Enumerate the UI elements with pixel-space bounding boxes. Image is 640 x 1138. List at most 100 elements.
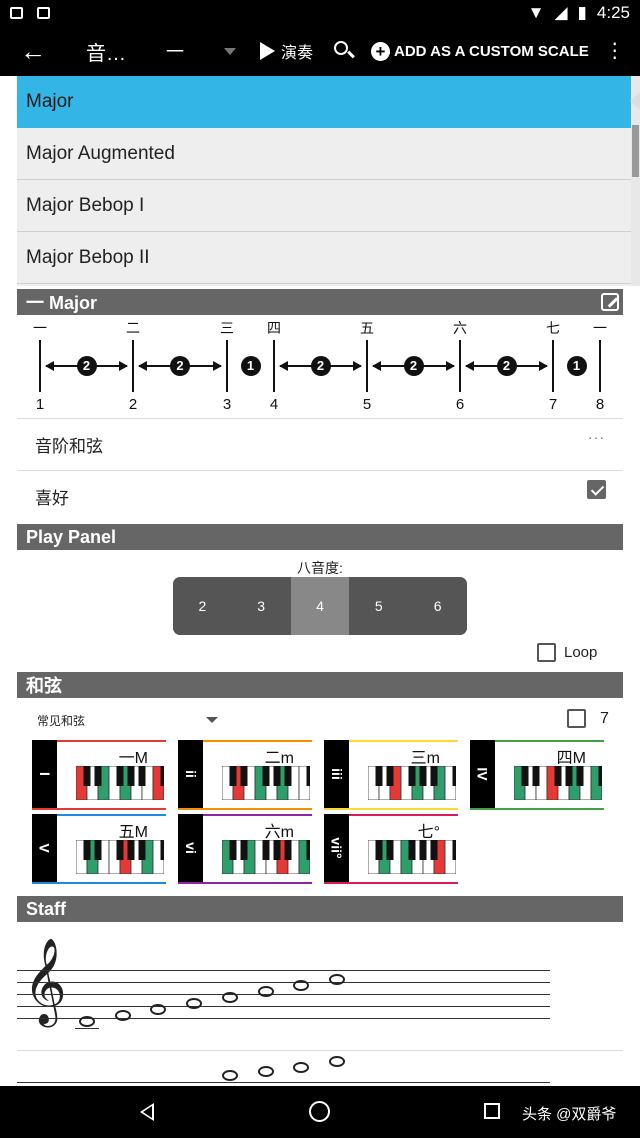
chord-name: 七° (417, 824, 440, 841)
chord-card-accent (203, 740, 312, 742)
chord-type-dropdown[interactable]: 常见和弦 (37, 712, 85, 729)
black-key (452, 766, 456, 786)
add-custom-scale-label: ADD AS A CUSTOM SCALE (394, 42, 589, 60)
chord-roman-numeral: vi (178, 814, 203, 882)
black-key (408, 766, 416, 786)
note-head (79, 1016, 95, 1027)
black-key (94, 766, 102, 786)
back-arrow-icon[interactable]: ← (20, 36, 60, 67)
chord-card[interactable]: IV 四M (470, 740, 604, 810)
black-key (452, 840, 456, 860)
chord-card[interactable]: ii 二m (178, 740, 312, 810)
play-button[interactable]: 演奏 (260, 39, 313, 63)
black-key (532, 766, 540, 786)
nav-back-icon[interactable] (140, 1103, 154, 1121)
black-key (598, 766, 602, 786)
octave-option[interactable]: 2 (173, 577, 232, 635)
octave-label: 八音度: (297, 560, 343, 576)
add-circle-icon: + (371, 41, 391, 61)
loop-checkbox[interactable] (537, 643, 556, 662)
play-panel-title: Play Panel (26, 526, 117, 547)
staff-line (17, 1006, 550, 1007)
nav-recents-icon[interactable] (484, 1103, 500, 1119)
chord-card[interactable]: vi 六m (178, 814, 312, 884)
chord-card[interactable]: I 一M (32, 740, 166, 810)
chord-keyboard (514, 766, 602, 800)
favorites-checkbox[interactable] (587, 480, 606, 499)
edit-icon[interactable] (601, 293, 619, 311)
staff-line (17, 970, 550, 971)
black-key (127, 840, 135, 860)
octave-option[interactable]: 5 (349, 577, 408, 635)
watermark: 头条 @双爵爷 (522, 1106, 617, 1123)
chord-card[interactable]: iii 三m (324, 740, 458, 810)
scale-list-item[interactable]: Major Bebop I (17, 180, 631, 232)
add-custom-scale-button[interactable]: + ADD AS A CUSTOM SCALE (371, 41, 589, 61)
scale-list: Major Major Augmented Major Bebop I Majo… (17, 76, 631, 286)
scale-chords-label: 音阶和弦 (35, 437, 103, 456)
note-head (329, 974, 345, 985)
interval-step-badge: 1 (566, 356, 587, 376)
app-screen: ▼ ◢ ▮ 4:25 ← 音… 一 演奏 + ADD AS A CUSTOM S… (0, 0, 640, 1138)
scale-list-item[interactable]: Major Augmented (17, 128, 631, 180)
degree-number: 1 (35, 396, 45, 413)
more-icon[interactable]: ··· (588, 429, 605, 445)
degree-number: 5 (362, 396, 372, 413)
battery-icon: ▮ (577, 3, 587, 22)
play-label: 演奏 (281, 45, 314, 62)
scale-section-header: 一 Major (17, 289, 623, 315)
chord-card[interactable]: V 五M (32, 814, 166, 884)
status-time: 4:25 (596, 3, 630, 22)
list-scrollbar-thumb[interactable] (632, 125, 639, 177)
root-note-selector[interactable]: 一 (166, 38, 184, 64)
chord-keyboard (76, 840, 164, 874)
note-head (115, 1010, 131, 1021)
black-key (419, 766, 427, 786)
black-key (127, 766, 135, 786)
chord-roman-numeral: ii (178, 740, 203, 808)
staff-line (17, 1082, 550, 1083)
octave-option-selected[interactable]: 4 (290, 577, 350, 635)
note-head (222, 992, 238, 1003)
favorites-row[interactable]: 喜好 (17, 470, 623, 522)
arrowhead-left-icon (372, 361, 381, 371)
search-icon[interactable] (333, 40, 355, 62)
image-notification-icon (10, 7, 23, 19)
seventh-toggle[interactable]: 7 (567, 709, 609, 728)
degree-label: 四 (267, 320, 281, 336)
seventh-checkbox[interactable] (567, 709, 586, 728)
black-key (160, 766, 164, 786)
loop-toggle[interactable]: Loop (537, 643, 597, 662)
black-key (83, 766, 91, 786)
octave-option[interactable]: 6 (408, 577, 467, 635)
scale-list-item[interactable]: Major Bebop II (17, 232, 631, 284)
interval-step-badge: 2 (170, 356, 190, 376)
scale-list-item-label: Major Bebop II (26, 246, 150, 268)
chord-card[interactable]: vii° 七° (324, 814, 458, 884)
scale-list-item[interactable]: Major (17, 76, 631, 128)
black-key (240, 766, 248, 786)
scale-chords-row[interactable]: 音阶和弦 ··· (17, 418, 623, 470)
degree-label: 六 (453, 320, 467, 336)
black-key (229, 840, 237, 860)
black-key (160, 840, 164, 860)
chord-roman-numeral: vii° (324, 814, 349, 882)
seventh-label: 7 (600, 709, 609, 727)
chord-roman-numeral: V (32, 814, 57, 882)
chevron-down-icon[interactable] (206, 717, 218, 723)
chord-keyboard (222, 840, 310, 874)
octave-option[interactable]: 3 (232, 577, 291, 635)
chevron-down-icon[interactable] (224, 47, 236, 55)
degree-number: 8 (595, 396, 605, 413)
interval-step-badge: 2 (496, 356, 517, 376)
chord-keyboard (368, 840, 456, 874)
black-key (306, 766, 310, 786)
chord-roman-label: iii (328, 768, 345, 780)
overflow-menu-icon[interactable]: ⋮ (605, 41, 625, 61)
arrowhead-right-icon (353, 361, 362, 371)
chord-name: 四M (556, 750, 586, 767)
chord-roman-label: IV (474, 767, 491, 781)
interval-step-badge: 2 (76, 356, 97, 376)
chord-roman-label: vii° (328, 837, 345, 859)
nav-home-icon[interactable] (309, 1101, 330, 1122)
